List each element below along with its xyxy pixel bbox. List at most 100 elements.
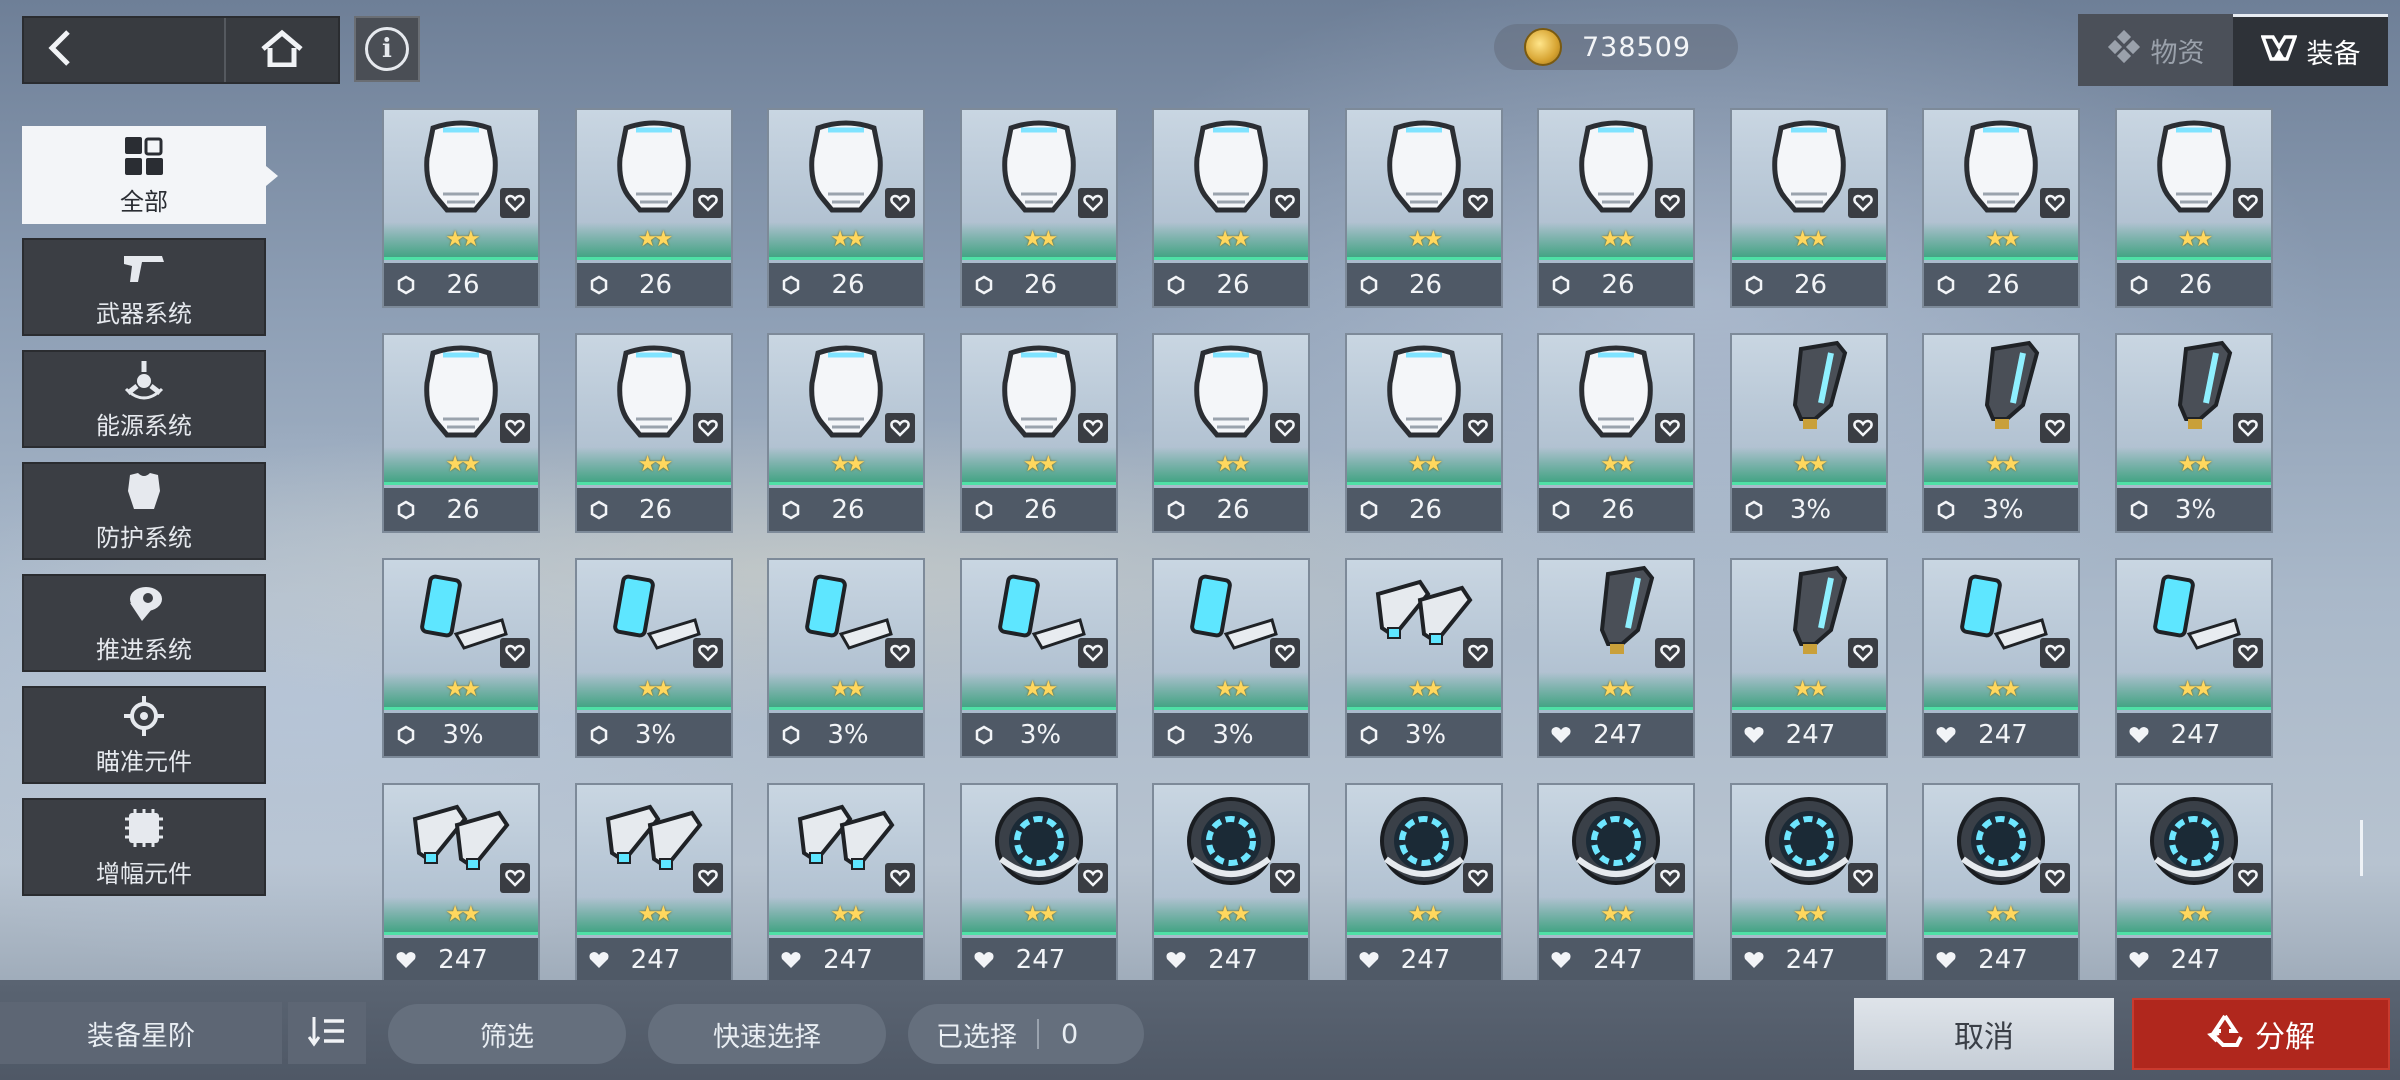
equipment-card[interactable]: ★★ 3% (1344, 558, 1503, 758)
favorite-heart-icon[interactable] (1077, 638, 1108, 668)
favorite-heart-icon[interactable] (2040, 863, 2070, 893)
equipment-card[interactable]: ★★ 26 (1729, 108, 1888, 308)
favorite-heart-icon[interactable] (2040, 638, 2070, 668)
favorite-heart-icon[interactable] (1462, 188, 1493, 218)
back-button[interactable] (24, 18, 226, 82)
equipment-card[interactable]: ★★ 247 (767, 783, 925, 980)
equipment-card[interactable]: ★★ 26 (1152, 333, 1310, 533)
equipment-card[interactable]: ★★ 247 (1922, 783, 2080, 980)
filter-button[interactable]: 筛选 (388, 1004, 626, 1064)
equipment-card[interactable]: ★★ 247 (2114, 783, 2273, 980)
equipment-card[interactable]: ★★ 3% (574, 558, 733, 758)
equipment-card[interactable]: ★★ 247 (1537, 783, 1695, 980)
favorite-heart-icon[interactable] (2232, 638, 2263, 668)
home-button[interactable] (226, 18, 338, 82)
favorite-heart-icon[interactable] (1270, 638, 1300, 668)
equipment-card[interactable]: ★★ 26 (1537, 108, 1695, 308)
favorite-heart-icon[interactable] (2232, 863, 2263, 893)
favorite-heart-icon[interactable] (1077, 413, 1108, 443)
equipment-card[interactable]: ★★ 26 (1152, 108, 1310, 308)
favorite-heart-icon[interactable] (2040, 188, 2070, 218)
favorite-heart-icon[interactable] (1270, 188, 1300, 218)
favorite-heart-icon[interactable] (692, 188, 723, 218)
favorite-heart-icon[interactable] (1077, 863, 1108, 893)
equipment-card[interactable]: ★★ 247 (382, 783, 540, 980)
equipment-card[interactable]: ★★ 247 (1152, 783, 1310, 980)
sidebar-item-all[interactable]: 全部 (22, 126, 278, 224)
sidebar-item-energy[interactable]: 能源系统 (22, 350, 266, 448)
favorite-heart-icon[interactable] (2232, 413, 2263, 443)
tab-supplies[interactable]: 物资 (2078, 14, 2233, 86)
equipment-card[interactable]: ★★ 247 (1729, 558, 1888, 758)
equipment-card[interactable]: ★★ 26 (382, 108, 540, 308)
favorite-heart-icon[interactable] (1847, 638, 1878, 668)
sort-order-button[interactable] (288, 1002, 366, 1064)
favorite-heart-icon[interactable] (1655, 863, 1685, 893)
equipment-card[interactable]: ★★ 26 (574, 333, 733, 533)
equipment-card[interactable]: ★★ 247 (1729, 783, 1888, 980)
sidebar-item-armor[interactable]: 防护系统 (22, 462, 266, 560)
favorite-heart-icon[interactable] (692, 638, 723, 668)
favorite-heart-icon[interactable] (500, 188, 530, 218)
equipment-card[interactable]: ★★ 26 (767, 108, 925, 308)
favorite-heart-icon[interactable] (2040, 413, 2070, 443)
favorite-heart-icon[interactable] (1270, 863, 1300, 893)
favorite-heart-icon[interactable] (2232, 188, 2263, 218)
sidebar-item-aiming[interactable]: 瞄准元件 (22, 686, 266, 784)
equipment-card[interactable]: ★★ 3% (1729, 333, 1888, 533)
equipment-card[interactable]: ★★ 3% (2114, 333, 2273, 533)
equipment-card[interactable]: ★★ 26 (1344, 333, 1503, 533)
favorite-heart-icon[interactable] (1462, 863, 1493, 893)
quick-select-button[interactable]: 快速选择 (648, 1004, 886, 1064)
equipment-card[interactable]: ★★ 247 (959, 783, 1118, 980)
favorite-heart-icon[interactable] (1655, 188, 1685, 218)
sort-by-star-button[interactable]: 装备星阶 (0, 1002, 282, 1064)
sidebar-item-amplifier[interactable]: 增幅元件 (22, 798, 266, 896)
favorite-heart-icon[interactable] (885, 188, 915, 218)
cancel-button[interactable]: 取消 (1854, 998, 2114, 1070)
favorite-heart-icon[interactable] (1077, 188, 1108, 218)
favorite-heart-icon[interactable] (1655, 638, 1685, 668)
equipment-card[interactable]: ★★ 26 (959, 333, 1118, 533)
equipment-card[interactable]: ★★ 26 (1344, 108, 1503, 308)
favorite-heart-icon[interactable] (692, 863, 723, 893)
favorite-heart-icon[interactable] (500, 413, 530, 443)
equipment-card[interactable]: ★★ 26 (382, 333, 540, 533)
favorite-heart-icon[interactable] (885, 863, 915, 893)
favorite-heart-icon[interactable] (885, 638, 915, 668)
equipment-card[interactable]: ★★ 3% (1922, 333, 2080, 533)
favorite-heart-icon[interactable] (1847, 188, 1878, 218)
equipment-card[interactable]: ★★ 3% (382, 558, 540, 758)
favorite-heart-icon[interactable] (500, 638, 530, 668)
equipment-card[interactable]: ★★ 26 (2114, 108, 2273, 308)
sidebar-item-weapons[interactable]: 武器系统 (22, 238, 266, 336)
favorite-heart-icon[interactable] (1270, 413, 1300, 443)
equipment-card[interactable]: ★★ 26 (1922, 108, 2080, 308)
favorite-heart-icon[interactable] (500, 863, 530, 893)
favorite-heart-icon[interactable] (1847, 863, 1878, 893)
sidebar-item-thruster[interactable]: 推进系统 (22, 574, 266, 672)
decompose-button[interactable]: 分解 (2132, 998, 2390, 1070)
info-button[interactable]: i (354, 16, 420, 82)
equipment-card[interactable]: ★★ 26 (767, 333, 925, 533)
favorite-heart-icon[interactable] (1847, 413, 1878, 443)
equipment-card[interactable]: ★★ 247 (1922, 558, 2080, 758)
equipment-card[interactable]: ★★ 247 (1537, 558, 1695, 758)
favorite-heart-icon[interactable] (692, 413, 723, 443)
scrollbar[interactable] (2360, 820, 2363, 876)
equipment-card[interactable]: ★★ 247 (574, 783, 733, 980)
favorite-heart-icon[interactable] (885, 413, 915, 443)
favorite-heart-icon[interactable] (1655, 413, 1685, 443)
favorite-heart-icon[interactable] (1462, 413, 1493, 443)
equipment-card[interactable]: ★★ 3% (1152, 558, 1310, 758)
equipment-card[interactable]: ★★ 247 (2114, 558, 2273, 758)
stat-value: 26 (1408, 494, 1443, 525)
equipment-card[interactable]: ★★ 26 (1537, 333, 1695, 533)
equipment-card[interactable]: ★★ 26 (959, 108, 1118, 308)
equipment-card[interactable]: ★★ 3% (959, 558, 1118, 758)
equipment-card[interactable]: ★★ 26 (574, 108, 733, 308)
equipment-card[interactable]: ★★ 247 (1344, 783, 1503, 980)
equipment-card[interactable]: ★★ 3% (767, 558, 925, 758)
favorite-heart-icon[interactable] (1462, 638, 1493, 668)
tab-equipment[interactable]: 装备 (2233, 14, 2388, 86)
